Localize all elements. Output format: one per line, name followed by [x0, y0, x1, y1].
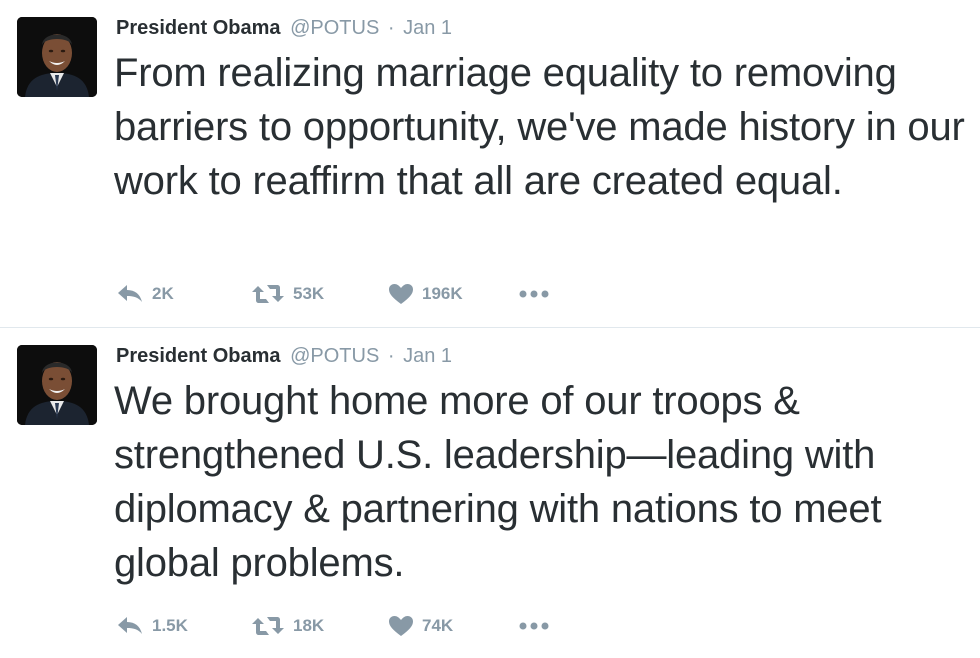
author-handle[interactable]: @POTUS	[290, 17, 379, 39]
more-dots-icon	[519, 290, 549, 298]
author-name[interactable]: President Obama	[116, 17, 281, 39]
retweet-count: 18K	[293, 616, 325, 635]
reply-button[interactable]: 2K	[116, 279, 174, 309]
tweet-text: We brought home more of our troops & str…	[114, 379, 882, 585]
heart-icon	[389, 616, 413, 636]
tweet-actions: 2K 53K 196K	[116, 279, 716, 309]
heart-icon	[389, 284, 413, 304]
like-count: 74K	[422, 616, 454, 635]
reply-button[interactable]: 1.5K	[116, 611, 188, 641]
timestamp[interactable]: Jan 1	[403, 345, 452, 367]
retweet-count: 53K	[293, 284, 325, 303]
tweet-text: From realizing marriage equality to remo…	[114, 51, 965, 203]
tweet-actions: 1.5K 18K 74K	[116, 611, 716, 641]
like-button[interactable]: 74K	[388, 611, 453, 641]
profile-photo	[17, 17, 97, 97]
more-button[interactable]	[518, 279, 550, 309]
like-button[interactable]: 196K	[388, 279, 463, 309]
separator: ·	[387, 17, 395, 39]
more-dots-icon	[519, 622, 549, 630]
like-count: 196K	[422, 284, 463, 303]
separator: ·	[387, 345, 395, 367]
more-button[interactable]	[518, 611, 550, 641]
author-handle[interactable]: @POTUS	[290, 345, 379, 367]
tweet-header: President Obama @POTUS · Jan 1	[116, 343, 452, 369]
timestamp[interactable]: Jan 1	[403, 17, 452, 39]
avatar[interactable]	[17, 17, 97, 97]
retweet-icon	[252, 285, 284, 303]
reply-icon	[118, 617, 142, 634]
reply-count: 1.5K	[152, 616, 188, 635]
retweet-button[interactable]: 18K	[251, 611, 324, 641]
reply-count: 2K	[152, 284, 174, 303]
tweet[interactable]: President Obama @POTUS · Jan 1 From real…	[0, 0, 980, 327]
retweet-icon	[252, 617, 284, 635]
author-name[interactable]: President Obama	[116, 345, 281, 367]
retweet-button[interactable]: 53K	[251, 279, 324, 309]
tweet-header: President Obama @POTUS · Jan 1	[116, 15, 452, 41]
avatar[interactable]	[17, 345, 97, 425]
profile-photo	[17, 345, 97, 425]
reply-icon	[118, 285, 142, 302]
tweet[interactable]: President Obama @POTUS · Jan 1 We brough…	[0, 328, 980, 658]
